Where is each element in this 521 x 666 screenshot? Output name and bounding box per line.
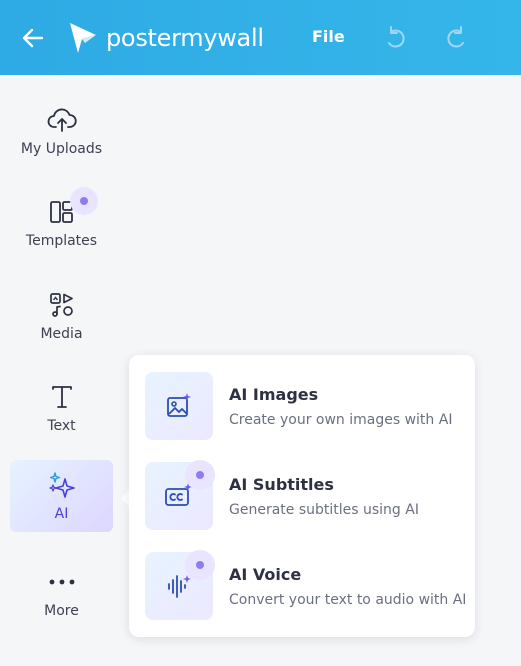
ai-subtitles-option[interactable]: AI Subtitles Generate subtitles using AI — [145, 460, 465, 530]
ai-images-option[interactable]: AI Images Create your own images with AI — [145, 372, 465, 440]
more-dots-icon — [49, 579, 74, 585]
sidebar: My Uploads Templates Media Text AI More — [0, 75, 122, 666]
option-title: AI Subtitles — [229, 474, 334, 494]
logo[interactable]: postermywall — [68, 20, 264, 56]
sidebar-item-label: Text — [47, 418, 76, 434]
option-tile — [145, 460, 215, 530]
option-description: Create your own images with AI — [229, 411, 453, 428]
sidebar-item-templates[interactable]: Templates — [10, 187, 113, 259]
ai-voice-icon — [168, 575, 191, 598]
sidebar-item-media[interactable]: Media — [10, 280, 113, 352]
sidebar-item-label: Templates — [25, 233, 98, 249]
ai-tools-popover: AI Images Create your own images with AI… — [129, 355, 475, 637]
sidebar-item-label: My Uploads — [20, 141, 103, 157]
ai-voice-option[interactable]: AI Voice Convert your text to audio with… — [145, 550, 467, 620]
option-description: Convert your text to audio with AI — [229, 591, 467, 608]
option-description: Generate subtitles using AI — [229, 501, 419, 518]
cloud-upload-icon — [47, 108, 77, 132]
redo-icon — [447, 26, 464, 48]
sidebar-item-more[interactable]: More — [10, 557, 113, 629]
option-title: AI Voice — [229, 564, 302, 584]
new-badge — [185, 460, 215, 490]
new-badge — [185, 550, 215, 580]
undo-icon — [388, 26, 405, 48]
undo-button[interactable] — [382, 24, 410, 52]
sidebar-item-label: More — [44, 603, 79, 619]
file-menu-button[interactable]: File — [312, 27, 345, 46]
new-badge — [69, 187, 98, 215]
arrow-left-icon — [22, 28, 44, 48]
top-bar: postermywall File — [0, 0, 521, 75]
option-title: AI Images — [229, 384, 319, 404]
back-button[interactable] — [20, 25, 46, 51]
sidebar-item-my-uploads[interactable]: My Uploads — [10, 95, 113, 167]
sidebar-item-label: AI — [54, 506, 69, 522]
logo-text: postermywall — [106, 24, 264, 52]
ai-image-icon — [167, 393, 191, 417]
sidebar-item-text[interactable]: Text — [10, 372, 113, 444]
logo-mark-icon — [70, 23, 96, 53]
text-icon — [51, 386, 72, 408]
redo-button[interactable] — [442, 24, 470, 52]
sidebar-item-ai[interactable]: AI — [10, 460, 113, 532]
sparkles-icon — [48, 472, 75, 498]
sidebar-item-label: Media — [40, 326, 83, 342]
media-icon — [49, 293, 73, 317]
option-tile — [145, 550, 215, 620]
option-tile — [145, 372, 213, 440]
